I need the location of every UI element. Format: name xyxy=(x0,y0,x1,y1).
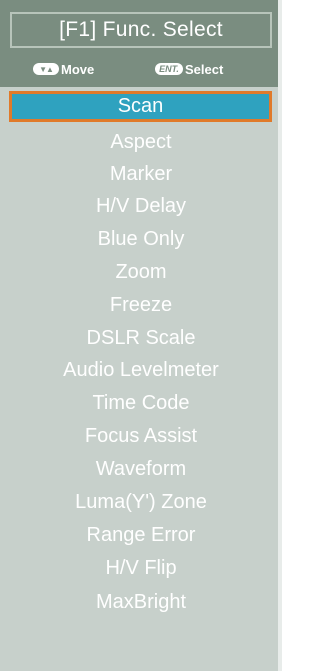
move-hint: ▼▲ Move xyxy=(33,60,94,78)
menu-item-luma-zone[interactable]: Luma(Y') Zone xyxy=(0,487,282,518)
menu-item-aspect[interactable]: Aspect xyxy=(0,127,282,158)
menu-item-audio-levelmeter[interactable]: Audio Levelmeter xyxy=(0,355,282,386)
menu-item-blue-only[interactable]: Blue Only xyxy=(0,224,282,255)
select-hint-label: Select xyxy=(185,61,224,77)
menu-item-waveform[interactable]: Waveform xyxy=(0,454,282,485)
menu-item-range-error[interactable]: Range Error xyxy=(0,520,282,551)
menu-item-focus-assist[interactable]: Focus Assist xyxy=(0,421,282,452)
function-menu-list: Scan Aspect Marker H/V Delay Blue Only Z… xyxy=(0,87,282,671)
menu-item-zoom[interactable]: Zoom xyxy=(0,257,282,288)
right-edge-divider xyxy=(278,0,282,671)
panel-header: [F1] Func. Select ▼▲ Move ENT. Select xyxy=(0,0,282,87)
menu-item-time-code[interactable]: Time Code xyxy=(0,388,282,419)
function-select-panel: [F1] Func. Select ▼▲ Move ENT. Select Sc… xyxy=(0,0,282,671)
menu-item-hv-flip[interactable]: H/V Flip xyxy=(0,553,282,584)
menu-item-freeze[interactable]: Freeze xyxy=(0,290,282,321)
menu-item-dslr-scale[interactable]: DSLR Scale xyxy=(0,323,282,354)
menu-item-maxbright[interactable]: MaxBright xyxy=(0,587,282,618)
menu-item-marker[interactable]: Marker xyxy=(0,159,282,190)
move-hint-label: Move xyxy=(61,61,95,77)
enter-key-icon: ENT. xyxy=(155,63,183,75)
key-hints: ▼▲ Move ENT. Select xyxy=(0,57,282,81)
select-hint: ENT. Select xyxy=(155,60,223,78)
menu-item-hv-delay[interactable]: H/V Delay xyxy=(0,191,282,222)
panel-title: [F1] Func. Select xyxy=(10,12,272,48)
menu-item-scan[interactable]: Scan xyxy=(9,91,272,122)
up-down-arrows-icon: ▼▲ xyxy=(33,63,59,75)
